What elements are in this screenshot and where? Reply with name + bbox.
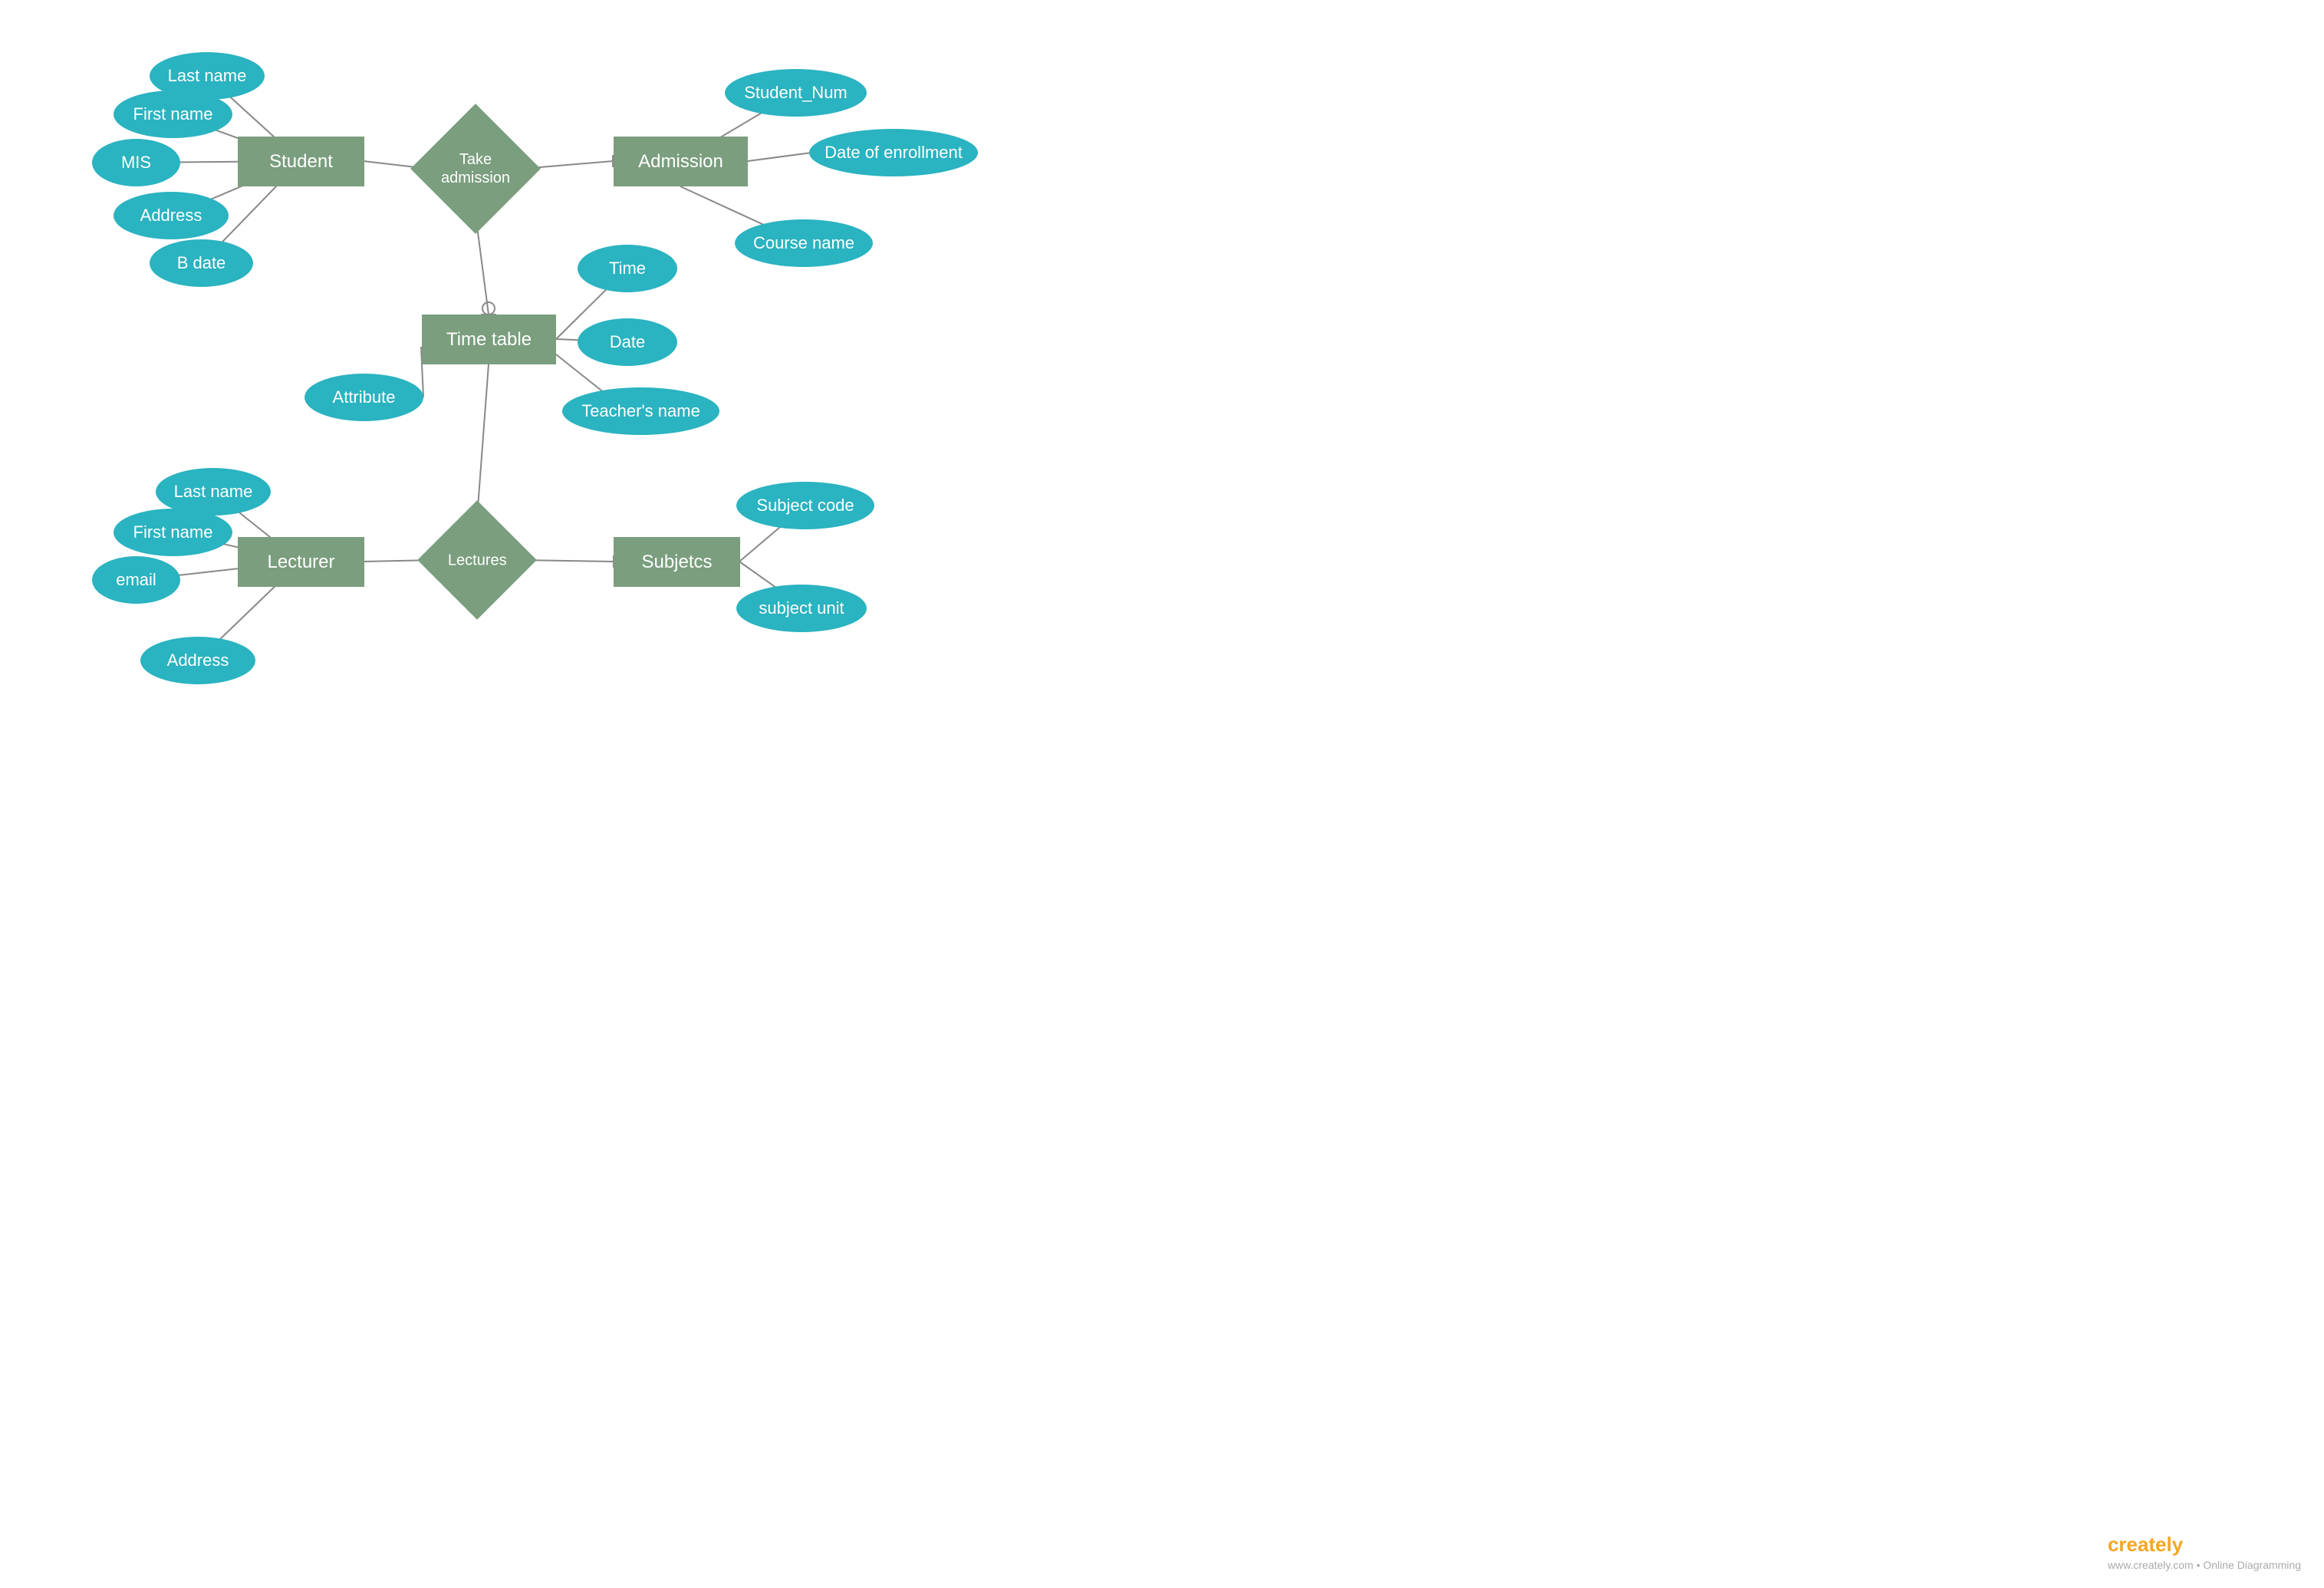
date-ellipse: Date	[578, 318, 677, 366]
address-student-ellipse: Address	[114, 192, 229, 239]
subject-unit-ellipse: subject unit	[736, 585, 867, 632]
student-entity: Student	[238, 137, 364, 186]
address-lecturer-ellipse: Address	[140, 637, 255, 684]
time-ellipse: Time	[578, 245, 677, 292]
b-date-ellipse: B date	[150, 239, 253, 287]
mis-ellipse: MIS	[92, 139, 180, 186]
admission-entity: Admission	[614, 137, 748, 186]
email-ellipse: email	[92, 556, 180, 604]
date-enrollment-ellipse: Date of enrollment	[809, 129, 978, 176]
attribute-ellipse: Attribute	[304, 374, 423, 421]
first-name-lecturer-ellipse: First name	[114, 509, 232, 556]
watermark: creately www.creately.com • Online Diagr…	[2108, 1533, 2301, 1573]
student-num-ellipse: Student_Num	[725, 69, 867, 117]
first-name-student-ellipse: First name	[114, 91, 232, 138]
time-table-entity: Time table	[422, 315, 556, 364]
course-name-ellipse: Course name	[735, 219, 873, 267]
lecturer-entity: Lecturer	[238, 537, 364, 587]
teachers-name-ellipse: Teacher's name	[562, 387, 719, 435]
subjetcs-entity: Subjetcs	[614, 537, 740, 587]
subject-code-ellipse: Subject code	[736, 482, 874, 529]
